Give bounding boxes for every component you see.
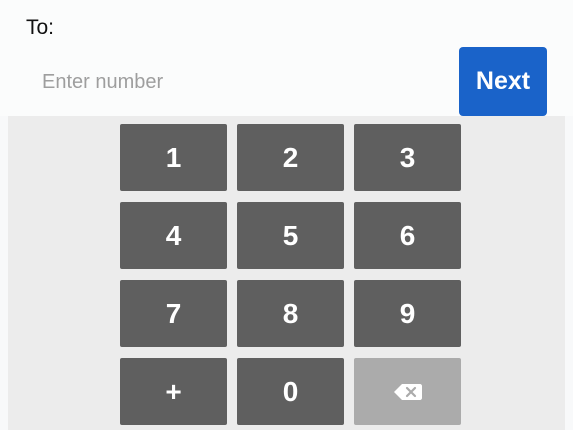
key-0[interactable]: 0 [237, 358, 344, 425]
key-7[interactable]: 7 [120, 280, 227, 347]
key-4[interactable]: 4 [120, 202, 227, 269]
key-3[interactable]: 3 [354, 124, 461, 191]
key-6[interactable]: 6 [354, 202, 461, 269]
key-2[interactable]: 2 [237, 124, 344, 191]
backspace-key[interactable] [354, 358, 461, 425]
key-9[interactable]: 9 [354, 280, 461, 347]
next-button[interactable]: Next [459, 47, 547, 116]
key-plus[interactable]: + [120, 358, 227, 425]
key-1[interactable]: 1 [120, 124, 227, 191]
key-8[interactable]: 8 [237, 280, 344, 347]
recipient-header: To: Next [0, 0, 573, 116]
backspace-icon [393, 383, 422, 400]
number-input[interactable] [26, 60, 462, 104]
keypad: 1 2 3 4 5 6 7 8 9 + 0 [8, 116, 565, 430]
key-5[interactable]: 5 [237, 202, 344, 269]
phone-entry-screen: To: Next 1 2 3 4 5 6 7 8 9 + 0 [0, 0, 573, 430]
to-label: To: [26, 16, 55, 39]
